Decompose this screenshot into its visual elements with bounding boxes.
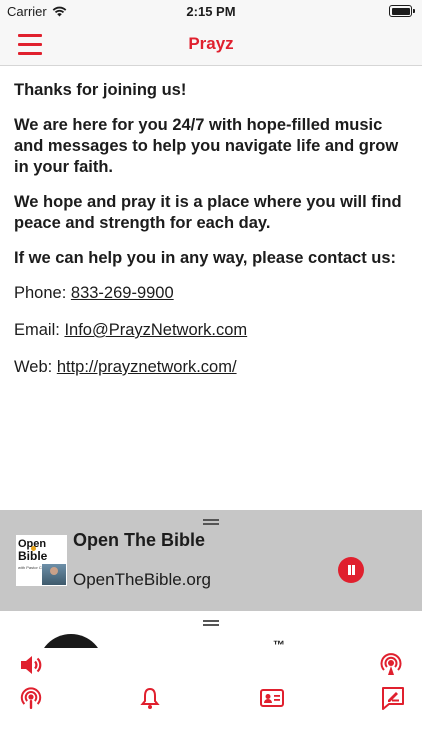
email-row: Email: Info@PrayzNetwork.com bbox=[14, 320, 408, 341]
email-link[interactable]: Info@PrayzNetwork.com bbox=[64, 321, 247, 339]
album-art-line-2: Bible bbox=[18, 549, 48, 563]
greeting-text: Thanks for joining us! bbox=[14, 81, 187, 99]
podcast-icon[interactable] bbox=[18, 685, 44, 711]
album-art-photo bbox=[42, 564, 66, 585]
status-bar: Carrier 2:15 PM bbox=[0, 0, 422, 22]
contact-card-icon[interactable] bbox=[259, 685, 285, 711]
web-row: Web: http://prayznetwork.com/ bbox=[14, 357, 408, 378]
bell-icon[interactable] bbox=[137, 685, 163, 711]
status-time: 2:15 PM bbox=[186, 4, 236, 19]
phone-link[interactable]: 833-269-9900 bbox=[71, 284, 174, 302]
contact-intro: If we can help you in any way, please co… bbox=[14, 249, 397, 267]
now-playing-subtitle: OpenTheBible.org bbox=[73, 570, 211, 589]
battery-icon bbox=[389, 5, 415, 17]
web-label: Web: bbox=[14, 358, 53, 376]
web-link[interactable]: http://prayznetwork.com/ bbox=[57, 358, 237, 376]
pause-button[interactable] bbox=[338, 557, 364, 583]
now-playing-bar[interactable]: Open Bible with Pastor Colin Smith Open … bbox=[0, 510, 422, 611]
now-playing-drag-handle[interactable] bbox=[203, 519, 219, 525]
album-art: Open Bible with Pastor Colin Smith bbox=[16, 535, 67, 586]
bottom-panel: ™ bbox=[0, 611, 422, 750]
tab-bar bbox=[0, 648, 422, 750]
hope-paragraph: We hope and pray it is a place where you… bbox=[14, 193, 402, 232]
edit-message-icon[interactable] bbox=[380, 685, 406, 711]
email-label: Email: bbox=[14, 321, 60, 339]
now-playing-title: Open The Bible bbox=[73, 530, 206, 550]
page-title: Prayz bbox=[188, 34, 234, 53]
bottom-panel-drag-handle[interactable] bbox=[203, 620, 219, 626]
intro-paragraph: We are here for you 24/7 with hope-fille… bbox=[14, 116, 399, 176]
welcome-content: Thanks for joining us! We are here for y… bbox=[0, 66, 422, 510]
phone-row: Phone: 833-269-9900 bbox=[14, 283, 408, 304]
broadcast-icon[interactable] bbox=[378, 652, 404, 678]
phone-label: Phone: bbox=[14, 284, 67, 302]
navigation-bar: Prayz bbox=[0, 22, 422, 66]
speaker-icon[interactable] bbox=[18, 652, 44, 678]
